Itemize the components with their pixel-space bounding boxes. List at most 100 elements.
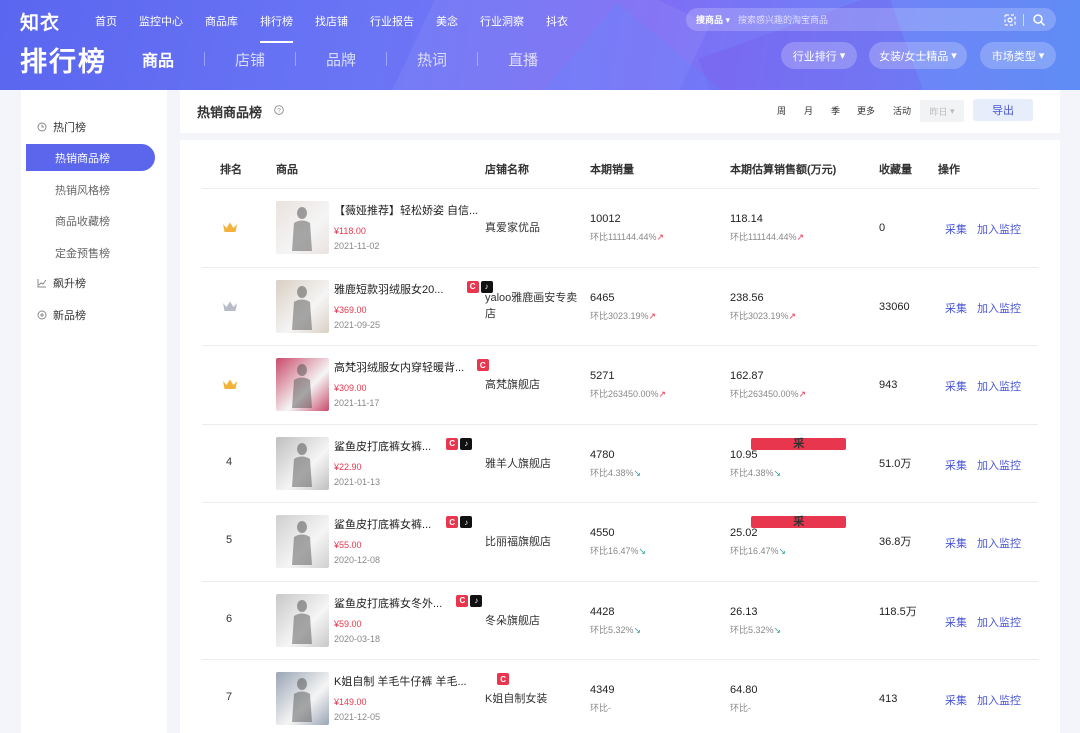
shop-name[interactable]: 真爱家优品 [485, 220, 580, 236]
table-row[interactable]: 5 鲨鱼皮打底裤女裤... 采 C ♪ ¥55.00 2020-12-08 比丽福旗舰店 45… [180, 502, 1060, 580]
search-icon[interactable] [1032, 13, 1046, 27]
period-month[interactable]: 月 [804, 104, 813, 117]
sales-value: 6465 [590, 291, 615, 304]
svg-text:?: ? [277, 107, 281, 114]
product-thumbnail[interactable] [276, 593, 329, 647]
tmall-badge-icon: C [446, 516, 459, 528]
sidebar-item-hot-sales[interactable]: 热销商品榜 [26, 144, 155, 171]
add-monitor-button[interactable]: 加入监控 [977, 221, 1021, 237]
tiktok-badge-icon: ♪ [470, 594, 483, 607]
sales-value: 10012 [590, 213, 621, 225]
period-more[interactable]: 更多 [857, 104, 875, 117]
amount-compare: 环比111144.44%↗ [730, 232, 805, 242]
table-row[interactable]: 高梵羽绒服女内穿轻暖背... C ¥309.00 2021-11-17 高梵旗舰店 527… [180, 345, 1060, 423]
trend-up-icon: ↗ [658, 389, 667, 399]
table-row[interactable]: 6 鲨鱼皮打底裤女冬外... C ♪ ¥59.00 2020-03-18 冬朵旗舰店 442… [180, 581, 1060, 659]
clock-icon [37, 122, 47, 132]
camera-icon[interactable] [1003, 13, 1017, 27]
collect-button[interactable]: 采集 [945, 300, 967, 316]
product-date: 2021-11-02 [334, 241, 380, 251]
industry-rank-dropdown[interactable]: 行业排行 ▾ [781, 42, 857, 69]
product-thumbnail[interactable] [276, 201, 329, 254]
tab-shop[interactable]: 店铺 [235, 49, 265, 70]
search-scope-dropdown[interactable]: 搜商品 ▾ [696, 13, 730, 26]
product-name[interactable]: 【薇娅推荐】轻松娇姿 自信... [334, 202, 478, 218]
add-monitor-button[interactable]: 加入监控 [977, 692, 1021, 708]
nav-find-shop[interactable]: 找店铺 [315, 13, 348, 29]
collect-button[interactable]: 采集 [945, 457, 967, 473]
collect-button[interactable]: 采集 [945, 535, 967, 551]
product-thumbnail[interactable] [276, 279, 329, 333]
favorites-count: 118.5万 [879, 605, 917, 618]
table-row[interactable]: 【薇娅推荐】轻松娇姿 自信... ¥118.00 2021-11-02 真爱家优品 10… [180, 188, 1060, 266]
table-row[interactable]: 雅鹿短款羽绒服女20... C ♪ ¥369.00 2021-09-25 yaloo雅鹿画… [180, 267, 1060, 345]
trend-icon [37, 279, 47, 288]
product-thumbnail[interactable] [276, 358, 329, 411]
period-week[interactable]: 周 [777, 104, 786, 117]
collect-button[interactable]: 采集 [945, 692, 967, 708]
tab-brand[interactable]: 品牌 [326, 49, 356, 70]
product-price: ¥22.90 [334, 461, 362, 472]
tmall-badge-icon: C [466, 280, 479, 293]
date-select[interactable]: 昨日 ▾ [920, 100, 964, 122]
nav-industry-insight[interactable]: 行业洞察 [480, 13, 524, 29]
nav-product-library[interactable]: 商品库 [205, 13, 238, 29]
nav-meinian[interactable]: 美念 [436, 13, 458, 29]
shop-name[interactable]: 冬朵旗舰店 [485, 613, 580, 629]
period-activity[interactable]: 活动 [893, 104, 911, 117]
table-row[interactable]: 4 鲨鱼皮打底裤女裤... 采 C ♪ ¥22.90 2021-01-13 雅羊人旗舰店 47… [180, 424, 1060, 502]
shop-name[interactable]: 高梵旗舰店 [485, 377, 580, 393]
shop-name[interactable]: 雅羊人旗舰店 [485, 456, 580, 472]
collect-button[interactable]: 采集 [945, 378, 967, 394]
product-name[interactable]: K姐自制 羊毛牛仔裤 羊毛... [334, 673, 467, 689]
product-thumbnail[interactable] [276, 515, 329, 568]
shop-name[interactable]: K姐自制女装 [485, 691, 580, 707]
search-input[interactable] [738, 14, 1003, 25]
shop-name[interactable]: yaloo雅鹿画安专卖店 [485, 290, 580, 322]
sidebar-item-hot-style[interactable]: 热销风格榜 [21, 182, 167, 198]
product-thumbnail[interactable] [276, 672, 329, 725]
sidebar-item-favorites[interactable]: 商品收藏榜 [21, 213, 167, 229]
nav-monitor[interactable]: 监控中心 [139, 13, 183, 29]
nav-ranking[interactable]: 排行榜 [260, 13, 293, 43]
add-monitor-button[interactable]: 加入监控 [977, 300, 1021, 316]
sidebar-rising-list[interactable]: 飙升榜 [21, 275, 167, 291]
rank-number: 5 [226, 534, 233, 546]
tab-product[interactable]: 商品 [142, 47, 174, 71]
product-thumbnail[interactable] [276, 436, 329, 490]
add-monitor-button[interactable]: 加入监控 [977, 378, 1021, 394]
category-dropdown[interactable]: 女装/女士精品 ▾ [869, 42, 967, 69]
sidebar-item-presale[interactable]: 定金预售榜 [21, 245, 167, 261]
table-row[interactable]: 7 K姐自制 羊毛牛仔裤 羊毛... C ¥149.00 2021-12-05 K姐自制… [180, 659, 1060, 733]
collect-button[interactable]: 采集 [945, 221, 967, 237]
export-button[interactable]: 导出 [973, 99, 1033, 121]
nav-douyi[interactable]: 抖衣 [546, 13, 568, 29]
shop-name[interactable]: 比丽福旗舰店 [485, 534, 580, 550]
product-name[interactable]: 鲨鱼皮打底裤女冬外... [334, 595, 442, 611]
tab-hotword[interactable]: 热词 [417, 49, 447, 70]
add-monitor-button[interactable]: 加入监控 [977, 457, 1021, 473]
add-monitor-button[interactable]: 加入监控 [977, 614, 1021, 630]
crown-icon [223, 301, 237, 311]
collect-button[interactable]: 采集 [945, 614, 967, 630]
product-name[interactable]: 鲨鱼皮打底裤女裤... [334, 438, 431, 454]
market-type-dropdown[interactable]: 市场类型 ▾ [980, 42, 1056, 69]
help-icon[interactable]: ? [274, 105, 284, 115]
sidebar-new-list[interactable]: 新品榜 [21, 307, 167, 323]
col-shop: 店铺名称 [485, 164, 529, 176]
tab-live[interactable]: 直播 [508, 49, 538, 70]
col-rank: 排名 [220, 164, 242, 176]
product-name[interactable]: 高梵羽绒服女内穿轻暖背... [334, 359, 464, 375]
logo[interactable]: 知衣 [20, 8, 60, 35]
amount-compare: 环比16.47%↘ [730, 546, 787, 556]
sidebar-hot-list[interactable]: 热门榜 [21, 119, 167, 135]
product-name[interactable]: 雅鹿短款羽绒服女20... [334, 281, 443, 297]
sales-compare: 环比111144.44%↗ [590, 232, 665, 242]
period-quarter[interactable]: 季 [831, 104, 840, 117]
trend-up-icon: ↗ [788, 310, 797, 321]
add-monitor-button[interactable]: 加入监控 [977, 535, 1021, 551]
nav-industry-report[interactable]: 行业报告 [370, 13, 414, 29]
nav-home[interactable]: 首页 [95, 13, 117, 29]
search-bar: 搜商品 ▾ [686, 8, 1056, 31]
product-name[interactable]: 鲨鱼皮打底裤女裤... [334, 516, 431, 532]
